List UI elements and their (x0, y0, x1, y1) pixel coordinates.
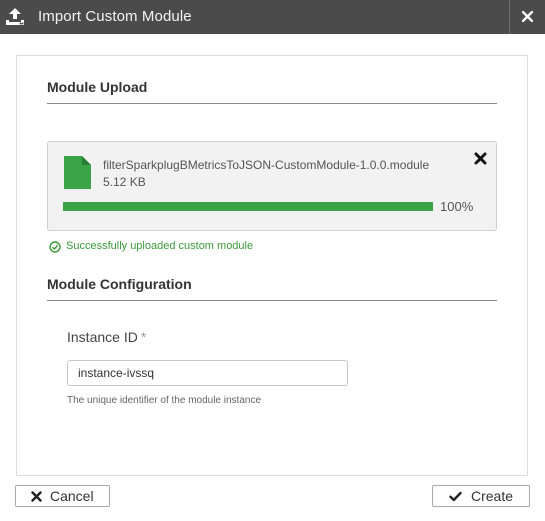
create-button[interactable]: Create (432, 485, 530, 507)
uploaded-file-name: filterSparkplugBMetricsToJSON-CustomModu… (103, 158, 430, 172)
check-circle-icon (49, 241, 61, 253)
upload-progress-bar (63, 202, 433, 211)
cancel-button[interactable]: Cancel (15, 485, 110, 507)
upload-icon (4, 6, 26, 28)
module-configuration-divider (47, 300, 497, 301)
close-icon (522, 11, 533, 22)
upload-success-text: Successfully uploaded custom module (66, 240, 254, 252)
dialog-close-button[interactable] (509, 0, 545, 34)
instance-id-label-text: Instance ID (67, 329, 138, 345)
upload-progress-percent: 100% (440, 199, 474, 214)
module-upload-heading: Module Upload (47, 79, 148, 95)
module-upload-divider (47, 103, 497, 104)
required-marker: * (140, 329, 147, 345)
instance-id-help-text: The unique identifier of the module inst… (67, 395, 262, 406)
instance-id-label: Instance ID * (67, 329, 146, 345)
create-button-label: Create (471, 488, 514, 504)
uploaded-file-card: filterSparkplugBMetricsToJSON-CustomModu… (47, 141, 497, 231)
dialog-body-panel: Module Upload filterSparkplugBMetricsToJ… (16, 55, 528, 476)
module-configuration-heading: Module Configuration (47, 276, 192, 292)
instance-id-input[interactable] (67, 360, 348, 386)
remove-icon (474, 152, 487, 165)
remove-file-button[interactable] (473, 151, 489, 167)
cancel-icon (31, 491, 42, 502)
file-icon (64, 156, 91, 194)
uploaded-file-size: 5.12 KB (103, 175, 146, 189)
dialog-title: Import Custom Module (38, 8, 192, 25)
check-icon (449, 491, 462, 502)
upload-progress-fill (63, 202, 433, 211)
cancel-button-label: Cancel (50, 488, 94, 504)
dialog-titlebar: Import Custom Module (0, 0, 545, 34)
